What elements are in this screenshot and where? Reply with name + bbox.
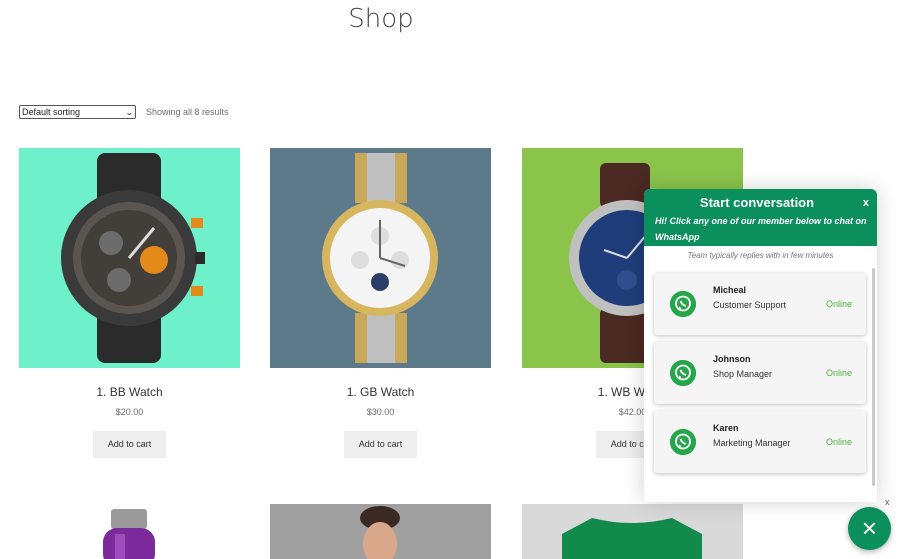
agent-card-johnson[interactable]: Johnson Shop Manager Online bbox=[654, 342, 866, 404]
shop-toolbar: Default sorting ⌄ Showing all 8 results bbox=[19, 105, 229, 119]
page-title: Shop bbox=[348, 4, 414, 34]
sort-select-value: Default sorting bbox=[22, 107, 81, 117]
agent-name: Micheal bbox=[713, 285, 747, 295]
agent-status: Online bbox=[825, 437, 852, 447]
agent-role: Shop Manager bbox=[713, 369, 773, 379]
product-card: 1. BB Watch $20.00 Add to cart bbox=[19, 148, 240, 458]
agent-role: Customer Support bbox=[713, 300, 787, 310]
whatsapp-icon bbox=[670, 429, 696, 455]
add-to-cart-button[interactable]: Add to cart bbox=[344, 431, 417, 458]
agent-card-karen[interactable]: Karen Marketing Manager Online bbox=[654, 411, 866, 473]
whatsapp-chat-widget: Start conversation Hi! Click any one of … bbox=[644, 189, 877, 502]
product-image-tshirt[interactable] bbox=[522, 504, 743, 559]
reply-time-note: Team typically replies with in few minut… bbox=[687, 251, 834, 260]
product-card: 1. GB Watch $30.00 Add to cart bbox=[270, 148, 491, 458]
agent-role: Marketing Manager bbox=[713, 438, 791, 448]
whatsapp-icon bbox=[670, 291, 696, 317]
agent-name: Johnson bbox=[713, 354, 751, 364]
result-count: Showing all 8 results bbox=[146, 107, 229, 117]
product-image-bottle[interactable] bbox=[19, 504, 240, 559]
product-image[interactable] bbox=[270, 148, 491, 368]
agent-status: Online bbox=[825, 368, 852, 378]
product-title[interactable]: 1. GB Watch bbox=[270, 385, 491, 399]
product-title[interactable]: 1. BB Watch bbox=[19, 385, 240, 399]
chevron-down-icon: ⌄ bbox=[125, 107, 135, 117]
whatsapp-icon bbox=[670, 360, 696, 386]
add-to-cart-button[interactable]: Add to cart bbox=[93, 431, 166, 458]
whatsapp-widget-header: Start conversation Hi! Click any one of … bbox=[644, 189, 877, 246]
agent-name: Karen bbox=[713, 423, 739, 433]
whatsapp-widget-title: Start conversation bbox=[699, 195, 815, 210]
agent-card-micheal[interactable]: Micheal Customer Support Online bbox=[654, 273, 866, 335]
agent-status: Online bbox=[825, 299, 852, 309]
product-price: $20.00 bbox=[115, 407, 144, 417]
close-icon: × bbox=[861, 513, 878, 543]
whatsapp-widget-subtitle: Hi! Click any one of our member below to… bbox=[655, 216, 867, 242]
product-price: $30.00 bbox=[366, 407, 395, 417]
product-image-man[interactable] bbox=[270, 504, 491, 559]
scrollbar[interactable] bbox=[872, 268, 875, 486]
whatsapp-toggle-button[interactable]: × bbox=[848, 507, 891, 550]
close-icon[interactable]: x bbox=[863, 197, 869, 209]
dismiss-fab-icon[interactable]: x bbox=[885, 497, 890, 507]
sort-select[interactable]: Default sorting ⌄ bbox=[19, 105, 136, 119]
product-image[interactable] bbox=[19, 148, 240, 368]
